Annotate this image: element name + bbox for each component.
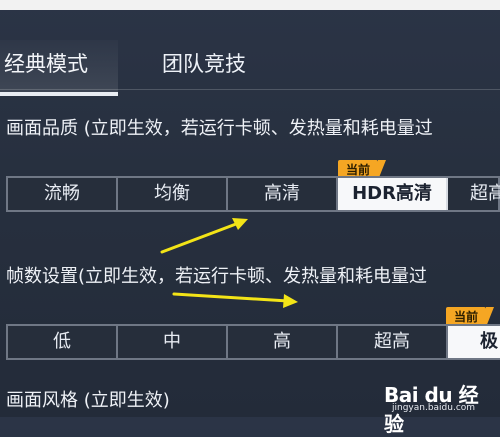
quality-option-hd[interactable]: 高清	[228, 178, 338, 210]
baidu-jingyan-watermark: Bai du 经验 jingyan.baidu.com	[384, 379, 494, 436]
fps-option-ultra[interactable]: 超高	[338, 326, 448, 358]
quality-option-balanced[interactable]: 均衡	[118, 178, 228, 210]
watermark-url: jingyan.baidu.com	[392, 403, 476, 413]
fps-option-medium[interactable]: 中	[118, 326, 228, 358]
graphics-style-title: 画面风格 (立即生效)	[6, 390, 170, 411]
tab-team-deathmatch[interactable]: 团队竞技	[162, 40, 282, 92]
quality-option-smooth[interactable]: 流畅	[8, 178, 118, 210]
graphics-quality-title: 画面品质 (立即生效，若运行卡顿、发热量和耗电量过	[6, 118, 433, 139]
tab-divider	[0, 89, 500, 90]
frame-rate-selector: 低 中 高 超高 极	[6, 324, 500, 360]
fps-option-extreme[interactable]: 极	[448, 326, 500, 358]
fps-option-high[interactable]: 高	[228, 326, 338, 358]
frame-rate-title: 帧数设置(立即生效，若运行卡顿、发热量和耗电量过	[6, 266, 428, 287]
arrow-head-fps	[283, 294, 298, 308]
arrow-line-fps	[172, 292, 290, 303]
quality-option-ultra[interactable]: 超高	[448, 178, 500, 210]
graphics-quality-selector: 流畅 均衡 高清 HDR高清 超高	[6, 176, 500, 212]
arrow-line-quality	[160, 222, 238, 254]
top-strip	[0, 0, 500, 10]
mode-tabbar: 经典模式 团队竞技	[0, 10, 500, 96]
fps-option-low[interactable]: 低	[8, 326, 118, 358]
quality-option-hdr-hd[interactable]: HDR高清	[338, 178, 448, 210]
tab-classic-mode[interactable]: 经典模式	[0, 40, 118, 96]
arrow-head-quality	[232, 218, 248, 230]
